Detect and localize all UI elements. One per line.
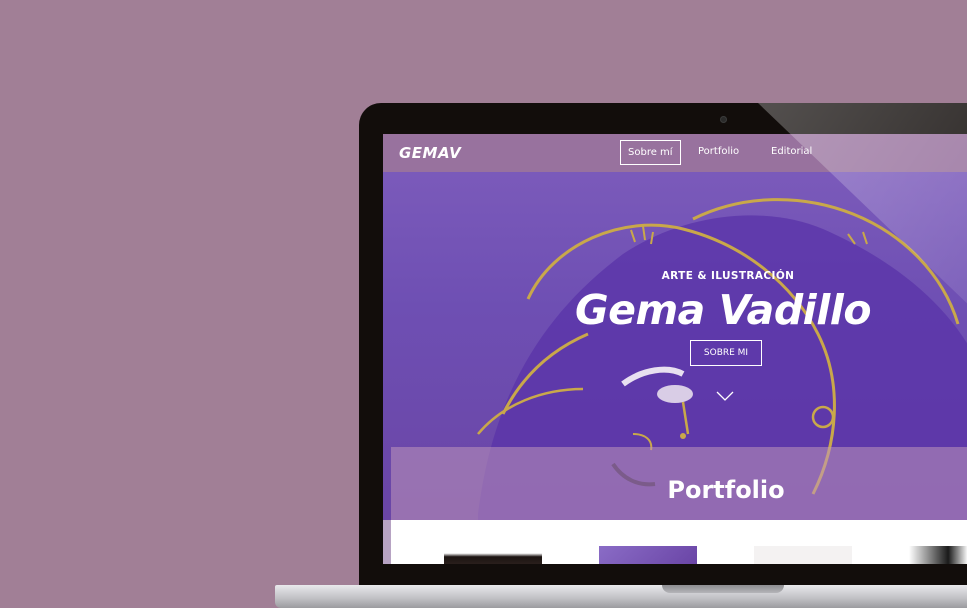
webcam <box>720 116 727 123</box>
website-screen: GEMAV Sobre mí Portfolio Editorial ARTE … <box>383 134 967 564</box>
sobre-mi-button[interactable]: SOBRE MI <box>690 340 762 366</box>
portfolio-thumbnail[interactable] <box>754 546 852 564</box>
laptop-notch <box>662 585 784 593</box>
hero-eyebrow: ARTE & ILUSTRACIÓN <box>661 270 795 282</box>
portfolio-thumbnail[interactable] <box>909 546 967 564</box>
portfolio-title: Portfolio <box>667 476 785 504</box>
portfolio-thumbnail[interactable] <box>599 546 697 564</box>
laptop-base <box>275 585 967 608</box>
chevron-down-icon[interactable] <box>716 391 734 401</box>
nav-item-portfolio[interactable]: Portfolio <box>698 146 739 157</box>
hero-title: Gema Vadillo <box>574 286 872 334</box>
site-logo[interactable]: GEMAV <box>399 144 461 162</box>
portfolio-thumbnail[interactable] <box>444 546 542 564</box>
nav-item-sobre-mi[interactable]: Sobre mí <box>620 140 681 165</box>
nav-item-editorial[interactable]: Editorial <box>771 146 812 157</box>
top-nav: GEMAV Sobre mí Portfolio Editorial <box>383 134 967 172</box>
